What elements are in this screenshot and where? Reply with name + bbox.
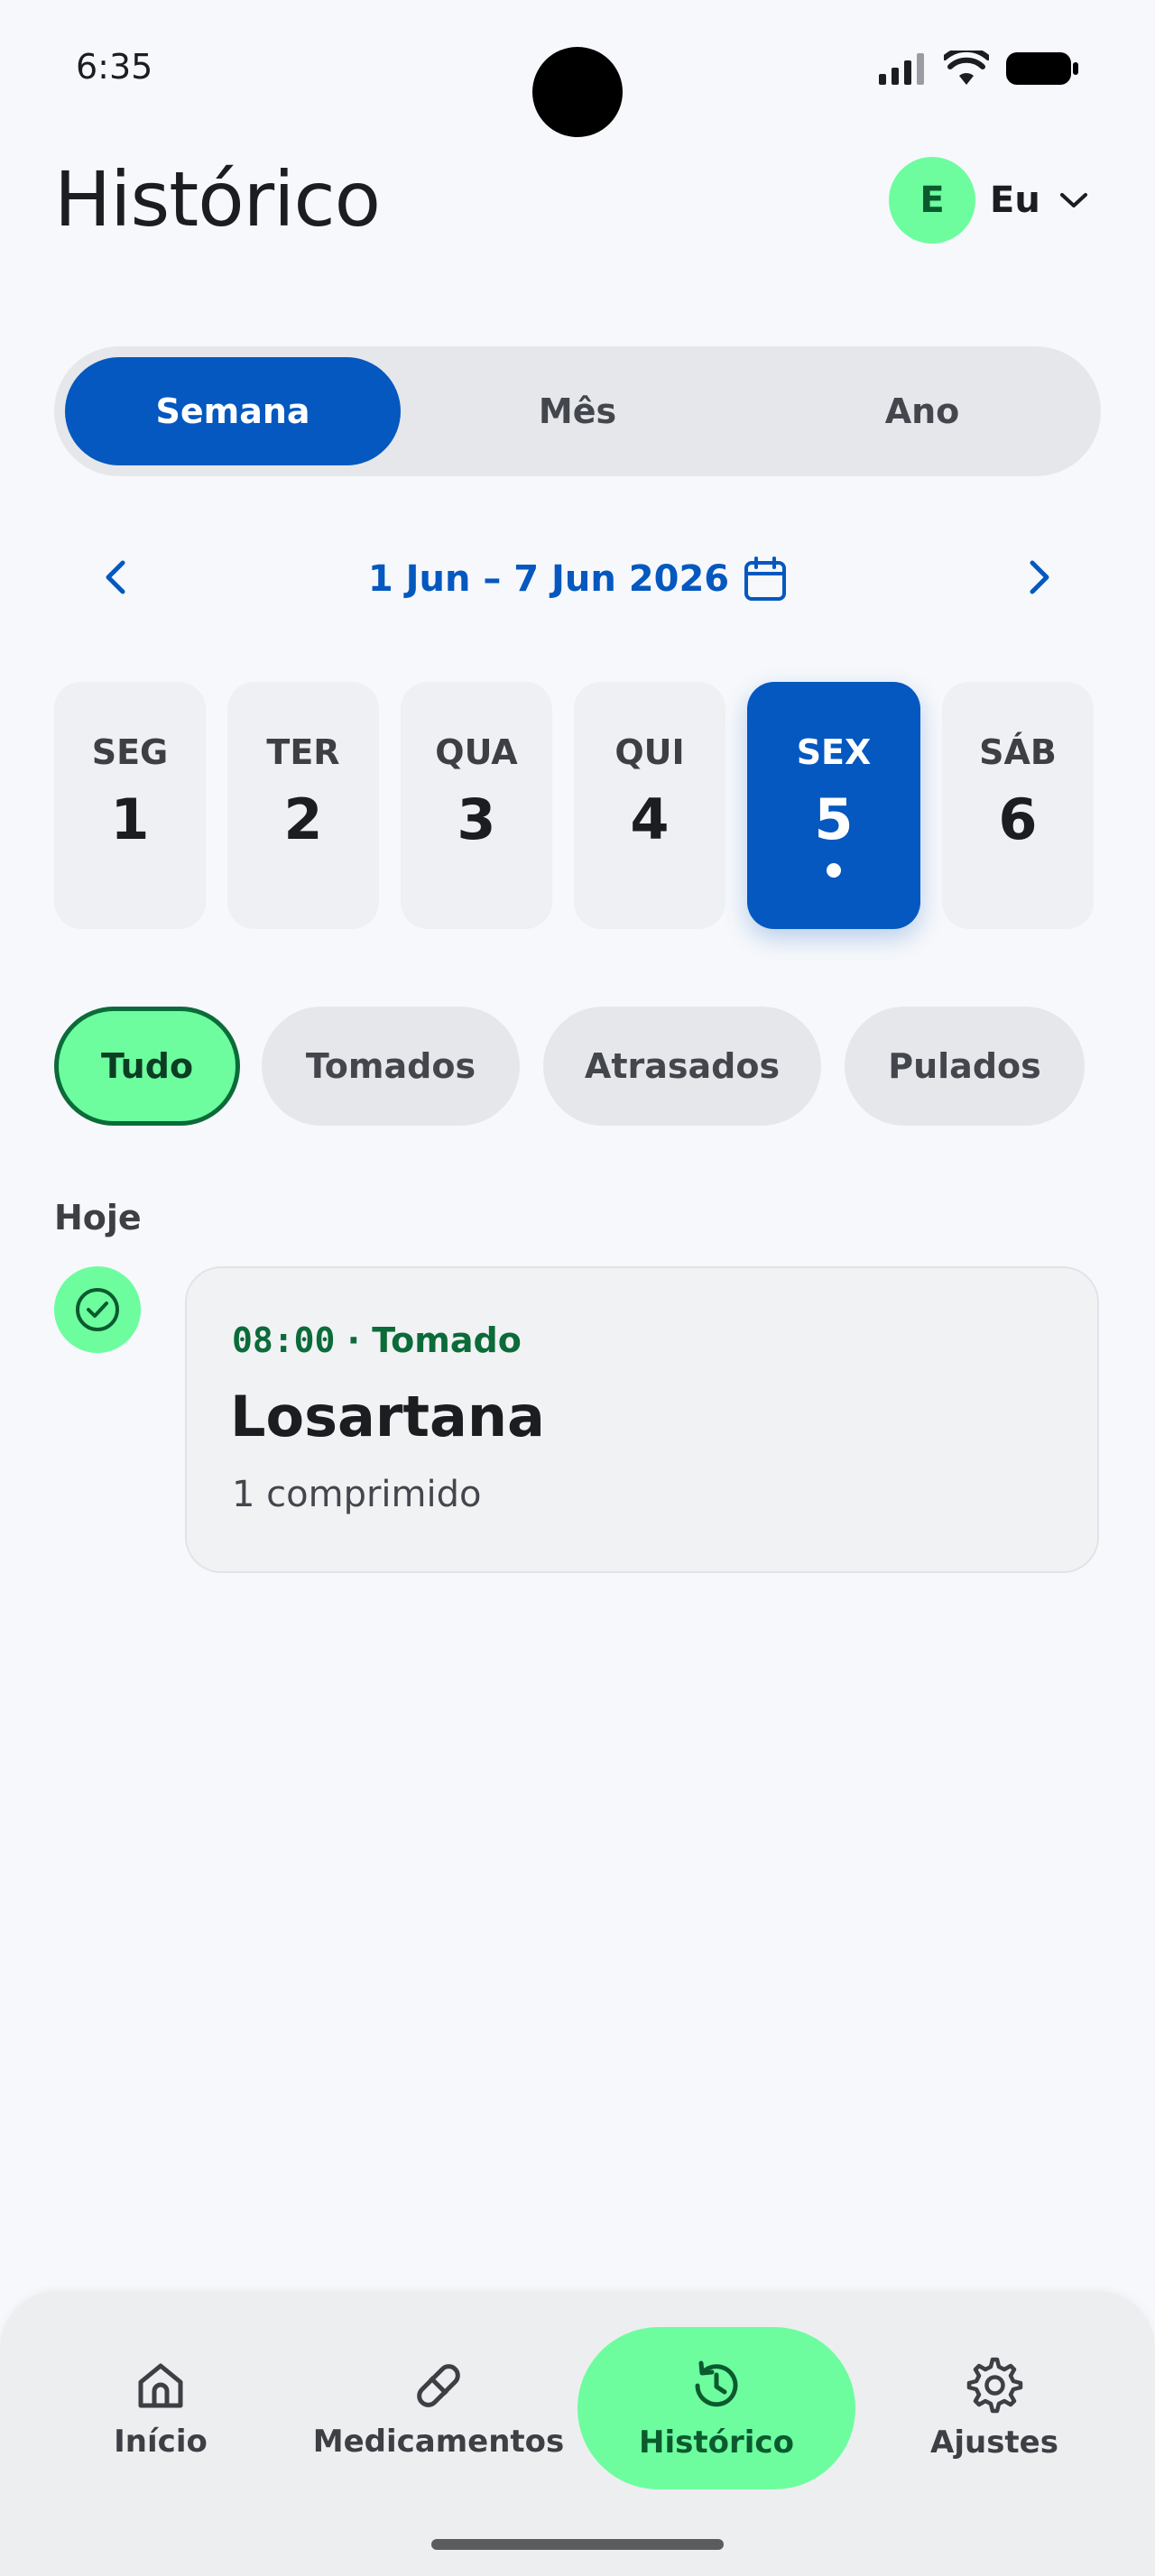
profile-switcher[interactable]: E Eu — [889, 157, 1089, 244]
nav-item-medicamentos[interactable]: Medicamentos — [313, 2327, 564, 2489]
wifi-icon — [944, 51, 989, 85]
chevron-down-icon — [1059, 193, 1087, 207]
tab-mes[interactable]: Mês — [413, 357, 742, 465]
section-header-today: Hoje — [54, 1198, 142, 1237]
status-time: 6:35 — [76, 47, 153, 87]
day-of-week: QUA — [435, 732, 518, 772]
nav-label: Medicamentos — [312, 2424, 565, 2460]
nav-label: Histórico — [639, 2424, 794, 2461]
home-icon — [138, 2363, 183, 2408]
page-title: Histórico — [54, 155, 381, 244]
entry-meta: 08:00 · Tomado — [232, 1320, 522, 1360]
signal-icon — [879, 53, 924, 85]
day-card-fri[interactable]: SEX 5 — [747, 682, 920, 929]
day-card-wed[interactable]: QUA 3 — [401, 682, 552, 929]
day-number: 2 — [283, 787, 323, 852]
period-segmented-control: Semana Mês Ano — [54, 346, 1101, 476]
previous-week-button[interactable] — [90, 552, 141, 603]
status-icons — [877, 51, 1079, 87]
day-card-thu[interactable]: QUI 4 — [574, 682, 725, 929]
history-icon — [695, 2360, 738, 2407]
medication-dose: 1 comprimido — [232, 1474, 482, 1515]
calendar-icon — [744, 557, 787, 601]
day-card-tue[interactable]: TER 2 — [227, 682, 379, 929]
has-entries-dot — [827, 863, 841, 878]
camera-cutout — [532, 47, 623, 137]
chevron-right-icon — [1030, 560, 1049, 594]
filter-chip-tudo[interactable]: Tudo — [54, 1007, 240, 1126]
bottom-navigation: Início Medicamentos Histórico Ajustes — [0, 2291, 1155, 2576]
day-of-week: SEX — [796, 732, 872, 772]
profile-name: Eu — [990, 179, 1040, 221]
entry-status: Tomado — [372, 1320, 522, 1360]
day-number: 1 — [110, 787, 150, 852]
pill-icon — [417, 2364, 460, 2407]
filter-chip-pulados[interactable]: Pulados — [845, 1007, 1085, 1126]
day-number: 6 — [998, 787, 1038, 852]
day-number: 4 — [630, 787, 670, 852]
tab-semana[interactable]: Semana — [65, 357, 401, 465]
date-range-picker[interactable]: 1 Jun – 7 Jun 2026 — [0, 552, 1155, 606]
nav-item-inicio[interactable]: Início — [70, 2327, 251, 2489]
battery-icon — [1006, 52, 1078, 85]
nav-item-ajustes[interactable]: Ajustes — [913, 2327, 1076, 2489]
home-indicator[interactable] — [431, 2539, 724, 2550]
filter-chip-tomados[interactable]: Tomados — [262, 1007, 520, 1126]
day-number: 3 — [457, 787, 496, 852]
day-of-week: TER — [266, 732, 340, 772]
nav-label: Início — [114, 2424, 208, 2460]
check-circle-icon — [76, 1288, 119, 1331]
day-of-week: SÁB — [979, 732, 1057, 772]
entry-separator: · — [346, 1320, 361, 1360]
day-of-week: QUI — [614, 732, 685, 772]
chevron-left-icon — [106, 560, 125, 594]
history-entry-card[interactable]: 08:00 · Tomado Losartana 1 comprimido — [185, 1266, 1099, 1573]
tab-ano[interactable]: Ano — [754, 357, 1090, 465]
day-number: 5 — [814, 787, 854, 852]
day-of-week: SEG — [91, 732, 169, 772]
nav-label: Ajustes — [930, 2424, 1058, 2461]
gear-icon — [966, 2357, 1023, 2414]
medication-name: Losartana — [230, 1384, 545, 1449]
day-card-sat[interactable]: SÁB 6 — [942, 682, 1094, 929]
date-range-label: 1 Jun – 7 Jun 2026 — [367, 558, 730, 600]
day-card-mon[interactable]: SEG 1 — [54, 682, 206, 929]
nav-item-historico[interactable]: Histórico — [578, 2327, 855, 2489]
next-week-button[interactable] — [1014, 552, 1065, 603]
entry-time: 08:00 — [232, 1320, 336, 1360]
avatar: E — [889, 157, 975, 244]
taken-status-marker — [54, 1266, 141, 1353]
filter-chip-atrasados[interactable]: Atrasados — [543, 1007, 821, 1126]
